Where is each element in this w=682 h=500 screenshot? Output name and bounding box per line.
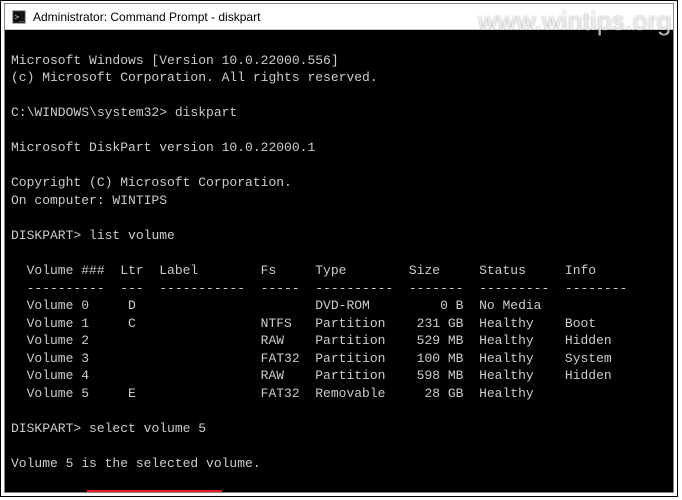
selected-volume-message: Volume 5 is the selected volume. — [11, 456, 261, 471]
table-row: Volume 3 FAT32 Partition 100 MB Healthy … — [11, 351, 612, 366]
table-row: Volume 2 RAW Partition 529 MB Healthy Hi… — [11, 333, 612, 348]
diskpart-prompt: DISKPART> — [11, 228, 81, 243]
command-prompt-window: >_ Administrator: Command Prompt - diskp… — [4, 3, 674, 493]
window-title: Administrator: Command Prompt - diskpart — [33, 10, 260, 24]
os-version-line: Microsoft Windows [Version 10.0.22000.55… — [11, 53, 339, 68]
volume-table-divider: ---------- --- ----------- ----- -------… — [11, 281, 627, 296]
volume-table-header: Volume ### Ltr Label Fs Type Size Status… — [11, 263, 596, 278]
svg-text:>_: >_ — [15, 12, 25, 21]
cmd-list-volume: list volume — [89, 228, 175, 243]
table-row: Volume 0 D DVD-ROM 0 B No Media — [11, 298, 542, 313]
diskpart-copyright: Copyright (C) Microsoft Corporation. — [11, 175, 292, 190]
computer-name-line: On computer: WINTIPS — [11, 193, 167, 208]
copyright-line: (c) Microsoft Corporation. All rights re… — [11, 70, 378, 85]
highlighted-command: remove letter E: — [87, 490, 222, 492]
table-row: Volume 4 RAW Partition 598 MB Healthy Hi… — [11, 368, 612, 383]
diskpart-prompt: DISKPART> — [11, 421, 81, 436]
terminal-area[interactable]: Microsoft Windows [Version 10.0.22000.55… — [5, 30, 673, 492]
table-row: Volume 1 C NTFS Partition 231 GB Healthy… — [11, 316, 596, 331]
title-bar[interactable]: >_ Administrator: Command Prompt - diskp… — [5, 4, 673, 30]
table-row: Volume 5 E FAT32 Removable 28 GB Healthy — [11, 386, 534, 401]
diskpart-version: Microsoft DiskPart version 10.0.22000.1 — [11, 140, 315, 155]
cmd-select-volume: select volume 5 — [89, 421, 206, 436]
prompt-diskpart: C:\WINDOWS\system32> diskpart — [11, 105, 237, 120]
cmd-icon: >_ — [11, 9, 27, 25]
